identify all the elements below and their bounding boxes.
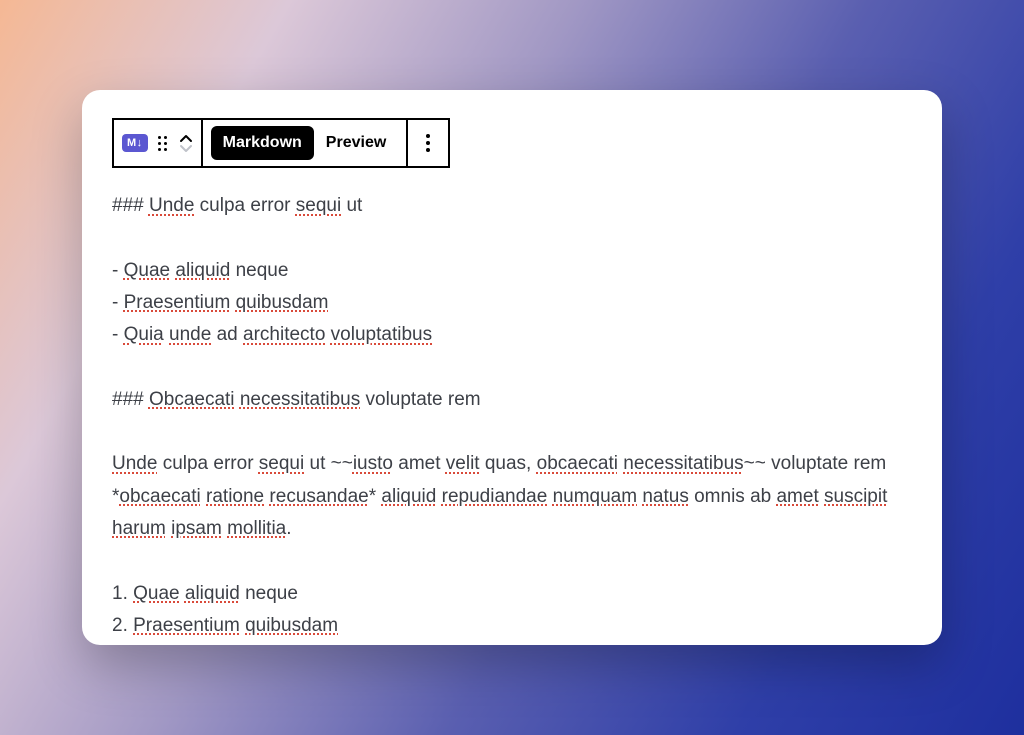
more-menu[interactable] — [408, 120, 448, 166]
tab-markdown[interactable]: Markdown — [211, 126, 314, 160]
block-toolbar: M↓ Markdown Preview — [112, 118, 450, 168]
chevron-up-icon[interactable] — [179, 134, 193, 143]
toolbar-left-section: M↓ — [114, 120, 201, 166]
markdown-editor[interactable]: ### Unde culpa error sequi ut - Quae ali… — [112, 190, 912, 645]
kebab-icon — [416, 134, 440, 152]
view-tabs: Markdown Preview — [203, 120, 407, 166]
chevron-down-icon[interactable] — [179, 144, 193, 153]
reorder-arrows — [179, 134, 193, 153]
drag-handle-icon[interactable] — [158, 136, 167, 151]
tab-preview[interactable]: Preview — [314, 126, 398, 160]
markdown-icon: M↓ — [122, 134, 148, 152]
editor-card: M↓ Markdown Preview ### Unde culpa error… — [82, 90, 942, 645]
